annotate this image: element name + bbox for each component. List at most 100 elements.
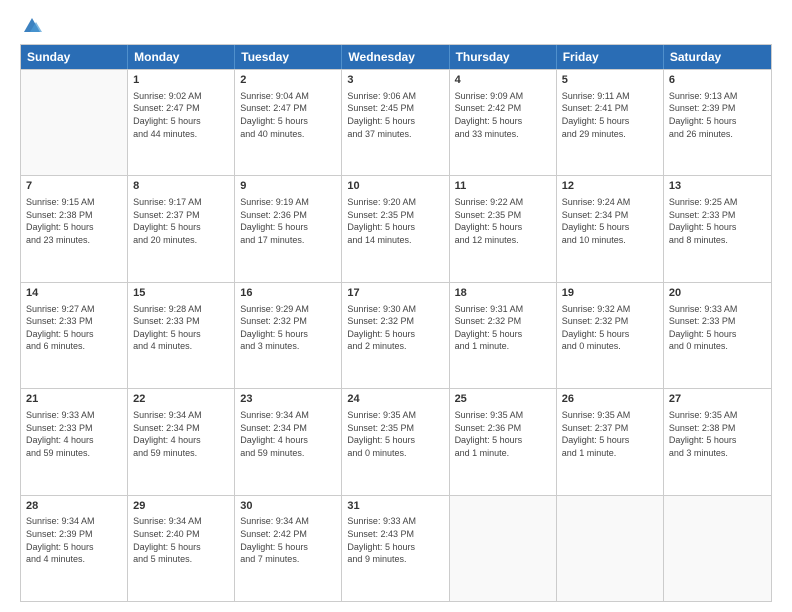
day-number: 8 <box>133 179 229 194</box>
logo-icon <box>22 16 42 34</box>
calendar-body: 1 Sunrise: 9:02 AMSunset: 2:47 PMDaylight… <box>21 69 771 601</box>
day-number: 31 <box>347 499 443 514</box>
cell-info: Sunrise: 9:33 AMSunset: 2:43 PMDaylight:… <box>347 515 443 565</box>
calendar-row-2: 7 Sunrise: 9:15 AMSunset: 2:38 PMDaylight… <box>21 175 771 281</box>
calendar-cell-8: 8 Sunrise: 9:17 AMSunset: 2:37 PMDaylight… <box>128 176 235 281</box>
calendar-cell-7: 7 Sunrise: 9:15 AMSunset: 2:38 PMDaylight… <box>21 176 128 281</box>
calendar-cell-23: 23 Sunrise: 9:34 AMSunset: 2:34 PMDayligh… <box>235 389 342 494</box>
day-number: 22 <box>133 392 229 407</box>
day-number: 14 <box>26 286 122 301</box>
cell-info: Sunrise: 9:13 AMSunset: 2:39 PMDaylight:… <box>669 90 766 140</box>
cell-info: Sunrise: 9:34 AMSunset: 2:40 PMDaylight:… <box>133 515 229 565</box>
cell-info: Sunrise: 9:04 AMSunset: 2:47 PMDaylight:… <box>240 90 336 140</box>
day-number: 13 <box>669 179 766 194</box>
cell-info: Sunrise: 9:24 AMSunset: 2:34 PMDaylight:… <box>562 196 658 246</box>
calendar-cell-3: 3 Sunrise: 9:06 AMSunset: 2:45 PMDaylight… <box>342 70 449 175</box>
logo-text <box>20 16 42 34</box>
cell-info: Sunrise: 9:31 AMSunset: 2:32 PMDaylight:… <box>455 303 551 353</box>
logo <box>20 16 42 34</box>
cell-info: Sunrise: 9:30 AMSunset: 2:32 PMDaylight:… <box>347 303 443 353</box>
page: SundayMondayTuesdayWednesdayThursdayFrid… <box>0 0 792 612</box>
cell-info: Sunrise: 9:06 AMSunset: 2:45 PMDaylight:… <box>347 90 443 140</box>
calendar-cell-27: 27Sunrise: 9:35 AMSunset: 2:38 PMDayligh… <box>664 389 771 494</box>
day-number: 12 <box>562 179 658 194</box>
calendar-cell-1: 1 Sunrise: 9:02 AMSunset: 2:47 PMDaylight… <box>128 70 235 175</box>
day-number: 23 <box>240 392 336 407</box>
calendar-cell-20: 20 Sunrise: 9:33 AMSunset: 2:33 PMDayligh… <box>664 283 771 388</box>
day-number: 27 <box>669 392 766 407</box>
day-number: 17 <box>347 286 443 301</box>
cell-info: Sunrise: 9:17 AMSunset: 2:37 PMDaylight:… <box>133 196 229 246</box>
header-day-sunday: Sunday <box>21 45 128 69</box>
day-number: 7 <box>26 179 122 194</box>
calendar-cell-14: 14 Sunrise: 9:27 AMSunset: 2:33 PMDayligh… <box>21 283 128 388</box>
day-number: 25 <box>455 392 551 407</box>
cell-info: Sunrise: 9:22 AMSunset: 2:35 PMDaylight:… <box>455 196 551 246</box>
cell-info: Sunrise: 9:29 AMSunset: 2:32 PMDaylight:… <box>240 303 336 353</box>
header-day-friday: Friday <box>557 45 664 69</box>
calendar: SundayMondayTuesdayWednesdayThursdayFrid… <box>20 44 772 602</box>
calendar-cell-26: 26 Sunrise: 9:35 AMSunset: 2:37 PMDayligh… <box>557 389 664 494</box>
header-day-thursday: Thursday <box>450 45 557 69</box>
cell-info: Sunrise: 9:09 AMSunset: 2:42 PMDaylight:… <box>455 90 551 140</box>
calendar-cell-9: 9Sunrise: 9:19 AMSunset: 2:36 PMDaylight… <box>235 176 342 281</box>
calendar-cell-21: 21 Sunrise: 9:33 AMSunset: 2:33 PMDayligh… <box>21 389 128 494</box>
cell-info: Sunrise: 9:34 AMSunset: 2:34 PMDaylight:… <box>133 409 229 459</box>
calendar-header: SundayMondayTuesdayWednesdayThursdayFrid… <box>21 45 771 69</box>
calendar-cell-19: 19 Sunrise: 9:32 AMSunset: 2:32 PMDayligh… <box>557 283 664 388</box>
day-number: 24 <box>347 392 443 407</box>
calendar-cell-31: 31Sunrise: 9:33 AMSunset: 2:43 PMDayligh… <box>342 496 449 601</box>
cell-info: Sunrise: 9:33 AMSunset: 2:33 PMDaylight:… <box>26 409 122 459</box>
cell-info: Sunrise: 9:27 AMSunset: 2:33 PMDaylight:… <box>26 303 122 353</box>
calendar-cell-2: 2 Sunrise: 9:04 AMSunset: 2:47 PMDaylight… <box>235 70 342 175</box>
day-number: 6 <box>669 73 766 88</box>
cell-info: Sunrise: 9:25 AMSunset: 2:33 PMDaylight:… <box>669 196 766 246</box>
calendar-cell-15: 15Sunrise: 9:28 AMSunset: 2:33 PMDayligh… <box>128 283 235 388</box>
calendar-cell-22: 22 Sunrise: 9:34 AMSunset: 2:34 PMDayligh… <box>128 389 235 494</box>
day-number: 30 <box>240 499 336 514</box>
day-number: 3 <box>347 73 443 88</box>
cell-info: Sunrise: 9:34 AMSunset: 2:42 PMDaylight:… <box>240 515 336 565</box>
calendar-cell-10: 10 Sunrise: 9:20 AMSunset: 2:35 PMDayligh… <box>342 176 449 281</box>
day-number: 28 <box>26 499 122 514</box>
day-number: 2 <box>240 73 336 88</box>
calendar-cell-17: 17 Sunrise: 9:30 AMSunset: 2:32 PMDayligh… <box>342 283 449 388</box>
day-number: 20 <box>669 286 766 301</box>
calendar-cell-28: 28Sunrise: 9:34 AMSunset: 2:39 PMDayligh… <box>21 496 128 601</box>
day-number: 4 <box>455 73 551 88</box>
cell-info: Sunrise: 9:35 AMSunset: 2:37 PMDaylight:… <box>562 409 658 459</box>
day-number: 11 <box>455 179 551 194</box>
cell-info: Sunrise: 9:33 AMSunset: 2:33 PMDaylight:… <box>669 303 766 353</box>
calendar-cell-30: 30Sunrise: 9:34 AMSunset: 2:42 PMDayligh… <box>235 496 342 601</box>
calendar-cell-18: 18Sunrise: 9:31 AMSunset: 2:32 PMDayligh… <box>450 283 557 388</box>
day-number: 10 <box>347 179 443 194</box>
cell-info: Sunrise: 9:19 AMSunset: 2:36 PMDaylight:… <box>240 196 336 246</box>
day-number: 19 <box>562 286 658 301</box>
day-number: 29 <box>133 499 229 514</box>
header-day-monday: Monday <box>128 45 235 69</box>
cell-info: Sunrise: 9:20 AMSunset: 2:35 PMDaylight:… <box>347 196 443 246</box>
cell-info: Sunrise: 9:15 AMSunset: 2:38 PMDaylight:… <box>26 196 122 246</box>
cell-info: Sunrise: 9:34 AMSunset: 2:39 PMDaylight:… <box>26 515 122 565</box>
day-number: 21 <box>26 392 122 407</box>
day-number: 16 <box>240 286 336 301</box>
cell-info: Sunrise: 9:35 AMSunset: 2:35 PMDaylight:… <box>347 409 443 459</box>
calendar-cell-empty-4-4 <box>450 496 557 601</box>
calendar-cell-empty-4-5 <box>557 496 664 601</box>
calendar-cell-empty-0-0 <box>21 70 128 175</box>
cell-info: Sunrise: 9:02 AMSunset: 2:47 PMDaylight:… <box>133 90 229 140</box>
calendar-cell-5: 5Sunrise: 9:11 AMSunset: 2:41 PMDaylight… <box>557 70 664 175</box>
header-day-saturday: Saturday <box>664 45 771 69</box>
day-number: 26 <box>562 392 658 407</box>
header-day-wednesday: Wednesday <box>342 45 449 69</box>
calendar-cell-24: 24 Sunrise: 9:35 AMSunset: 2:35 PMDayligh… <box>342 389 449 494</box>
calendar-cell-25: 25Sunrise: 9:35 AMSunset: 2:36 PMDayligh… <box>450 389 557 494</box>
day-number: 1 <box>133 73 229 88</box>
cell-info: Sunrise: 9:34 AMSunset: 2:34 PMDaylight:… <box>240 409 336 459</box>
calendar-row-5: 28Sunrise: 9:34 AMSunset: 2:39 PMDayligh… <box>21 495 771 601</box>
calendar-cell-16: 16 Sunrise: 9:29 AMSunset: 2:32 PMDayligh… <box>235 283 342 388</box>
calendar-row-3: 14 Sunrise: 9:27 AMSunset: 2:33 PMDayligh… <box>21 282 771 388</box>
cell-info: Sunrise: 9:32 AMSunset: 2:32 PMDaylight:… <box>562 303 658 353</box>
calendar-cell-11: 11 Sunrise: 9:22 AMSunset: 2:35 PMDayligh… <box>450 176 557 281</box>
calendar-cell-13: 13 Sunrise: 9:25 AMSunset: 2:33 PMDayligh… <box>664 176 771 281</box>
